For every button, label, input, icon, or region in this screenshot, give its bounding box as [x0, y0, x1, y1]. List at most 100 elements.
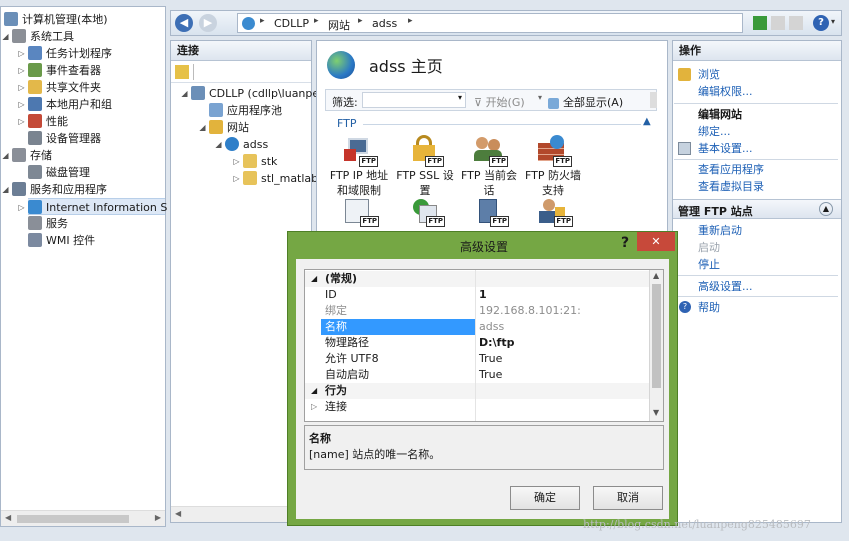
connection-tree-item[interactable]: ◢ adss [215, 136, 268, 153]
tree-hscrollbar[interactable]: ◀ ▶ [1, 510, 165, 526]
feature-ip-restrict[interactable]: FTP FTP IP 地址和域限制 [329, 135, 389, 198]
action-stop[interactable]: 停止 [698, 256, 720, 273]
ftp-logging-icon[interactable]: FTP [345, 199, 379, 227]
action-bindings[interactable]: 绑定... [698, 123, 731, 140]
ftp-authorization-icon[interactable]: FTP [539, 199, 573, 227]
feature-sessions[interactable]: FTP FTP 当前会话 [459, 135, 519, 198]
action-view-vdirs[interactable]: 查看虚拟目录 [698, 178, 764, 195]
crumb-adss[interactable]: adss [372, 17, 397, 30]
scroll-thumb[interactable] [17, 515, 129, 523]
expand-arrow-icon[interactable]: ▷ [17, 96, 26, 113]
start-filter-button[interactable]: ⊽ 开始(G) [474, 94, 525, 110]
back-button[interactable]: ◀ [175, 14, 193, 32]
action-advanced-settings[interactable]: 高级设置... [698, 278, 753, 295]
refresh-icon[interactable] [753, 16, 767, 30]
connection-tree-item[interactable]: ◢ 网站 [199, 119, 249, 136]
collapse-arrow-icon[interactable]: ◢ [1, 28, 10, 45]
action-start[interactable]: 启动 [698, 239, 720, 256]
group-behavior-row[interactable]: ◢ 行为 [305, 383, 649, 399]
scroll-right-icon[interactable]: ▶ [155, 513, 161, 522]
property-grid-scrollbar[interactable]: ▲ ▼ [649, 270, 663, 421]
connection-tree-item[interactable]: ▷ stk [233, 153, 277, 170]
filter-dropdown-icon[interactable]: ▾ [458, 93, 462, 102]
action-basic-settings[interactable]: 基本设置... [698, 140, 753, 157]
collapse-arrow-icon[interactable]: ◢ [311, 271, 317, 287]
cancel-button[interactable]: 取消 [593, 486, 663, 510]
ftp-messages-icon[interactable]: FTP [411, 199, 445, 227]
property-row[interactable]: ID 1 [305, 287, 649, 303]
scroll-left-icon[interactable]: ◀ [5, 513, 11, 522]
scroll-left-icon[interactable]: ◀ [175, 509, 181, 518]
property-row[interactable]: 绑定 192.168.8.101:21: [305, 303, 649, 319]
help-dropdown-icon[interactable]: ▾ [831, 17, 835, 26]
action-restart[interactable]: 重新启动 [698, 222, 742, 239]
home-icon[interactable] [789, 16, 803, 30]
tree-item[interactable]: ▷ 共享文件夹 [18, 79, 101, 96]
expand-arrow-icon[interactable]: ▷ [17, 199, 26, 216]
group-general-row[interactable]: ◢ (常规) [305, 271, 649, 287]
filter-scroll[interactable] [650, 92, 657, 108]
start-dropdown-icon[interactable]: ▾ [538, 93, 542, 102]
expand-arrow-icon[interactable]: ▷ [17, 62, 26, 79]
tree-root[interactable]: 计算机管理(本地) [4, 11, 108, 28]
scroll-up-icon[interactable]: ▲ [653, 271, 659, 280]
tree-item[interactable]: 设备管理器 [28, 130, 101, 147]
connection-tree-item[interactable]: ◢ CDLLP (cdllp\luanpe [181, 85, 319, 102]
tree-item[interactable]: ▷ 性能 [18, 113, 68, 130]
tree-item[interactable]: ◢ 服务和应用程序 [2, 181, 107, 198]
collapse-arrow-icon[interactable]: ◢ [180, 85, 189, 102]
tree-item[interactable]: ▷ 事件查看器 [18, 62, 101, 79]
connection-tree-item[interactable]: ▷ stl_matlab [233, 170, 318, 187]
property-row[interactable]: 名称 adss [305, 319, 649, 335]
property-value: D:\ftp [479, 336, 515, 349]
connection-row[interactable]: ▷ 连接 [305, 399, 649, 415]
action-view-apps[interactable]: 查看应用程序 [698, 161, 764, 178]
action-help[interactable]: 帮助 [698, 299, 720, 316]
tree-item[interactable]: WMI 控件 [28, 232, 95, 249]
help-icon[interactable]: ? [813, 15, 829, 31]
crumb-cdllp[interactable]: CDLLP [274, 17, 309, 30]
address-bar[interactable]: ▸ CDLLP ▸ 网站 ▸ adss ▸ [237, 13, 743, 33]
action-browse[interactable]: 浏览 [698, 66, 720, 83]
tree-item[interactable]: ▷ 任务计划程序 [18, 45, 112, 62]
tree-item[interactable]: ▷ Internet Information S [18, 198, 167, 215]
dialog-close-button[interactable]: ✕ [637, 232, 675, 251]
ok-button[interactable]: 确定 [510, 486, 580, 510]
tree-item[interactable]: ◢ 系统工具 [2, 28, 74, 45]
tree-item[interactable]: 磁盘管理 [28, 164, 90, 181]
stop-icon[interactable] [771, 16, 785, 30]
collapse-arrow-icon[interactable]: ◢ [1, 181, 10, 198]
property-row[interactable]: 允许 UTF8 True [305, 351, 649, 367]
action-edit-permissions[interactable]: 编辑权限... [698, 83, 753, 100]
collapse-arrow-icon[interactable]: ◢ [198, 119, 207, 136]
expand-arrow-icon[interactable]: ▷ [311, 399, 317, 415]
ftp-directory-browsing-icon[interactable]: FTP [475, 199, 509, 227]
tree-item[interactable]: ◢ 存储 [2, 147, 52, 164]
property-row[interactable]: 物理路径 D:\ftp [305, 335, 649, 351]
show-all-button[interactable]: 全部显示(A) [548, 94, 623, 110]
expand-arrow-icon[interactable]: ▷ [17, 45, 26, 62]
tree-item[interactable]: 服务 [28, 215, 68, 232]
property-row[interactable]: 自动启动 True [305, 367, 649, 383]
create-connection-icon[interactable] [175, 65, 189, 79]
scroll-down-icon[interactable]: ▼ [653, 408, 659, 417]
dialog-help-button[interactable]: ? [621, 235, 629, 251]
group-collapse-icon[interactable]: ▲ [643, 116, 651, 127]
collapse-arrow-icon[interactable]: ◢ [214, 136, 223, 153]
expand-arrow-icon[interactable]: ▷ [232, 153, 241, 170]
forward-button[interactable]: ▶ [199, 14, 217, 32]
tree-item[interactable]: ▷ 本地用户和组 [18, 96, 112, 113]
manage-ftp-header[interactable]: 管理 FTP 站点 ▲ [673, 199, 841, 219]
feature-firewall[interactable]: FTP FTP 防火墙支持 [523, 135, 583, 198]
scroll-thumb[interactable] [652, 284, 661, 388]
filter-input[interactable] [362, 92, 466, 108]
connection-tree-item[interactable]: 应用程序池 [209, 102, 282, 119]
collapse-icon[interactable]: ▲ [819, 202, 833, 216]
crumb-website[interactable]: 网站 [328, 17, 350, 33]
collapse-arrow-icon[interactable]: ◢ [311, 383, 317, 399]
expand-arrow-icon[interactable]: ▷ [17, 113, 26, 130]
collapse-arrow-icon[interactable]: ◢ [1, 147, 10, 164]
feature-ssl[interactable]: FTP FTP SSL 设置 [395, 135, 455, 198]
expand-arrow-icon[interactable]: ▷ [232, 170, 241, 187]
expand-arrow-icon[interactable]: ▷ [17, 79, 26, 96]
